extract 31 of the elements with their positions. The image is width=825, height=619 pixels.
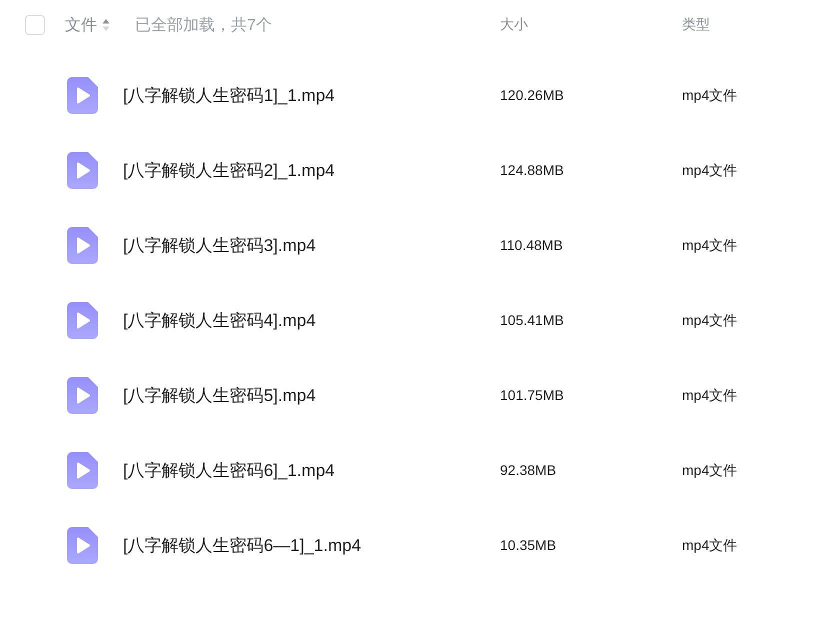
file-type: mp4文件	[682, 162, 738, 178]
file-type: mp4文件	[682, 462, 738, 478]
file-type: mp4文件	[682, 312, 738, 328]
select-all-checkbox[interactable]	[25, 15, 45, 35]
file-name[interactable]: [八字解锁人生密码2]_1.mp4	[123, 159, 335, 182]
file-type: mp4文件	[682, 236, 738, 252]
file-size: 10.35MB	[500, 536, 556, 552]
file-type: mp4文件	[682, 536, 738, 552]
file-size: 110.48MB	[500, 236, 563, 252]
file-name[interactable]: [八字解锁人生密码1]_1.mp4	[123, 84, 335, 107]
video-file-icon	[67, 452, 98, 489]
file-type: mp4文件	[682, 386, 738, 402]
video-file-icon	[67, 77, 98, 114]
video-file-icon	[67, 302, 98, 339]
file-size: 101.75MB	[500, 386, 564, 402]
file-name[interactable]: [八字解锁人生密码4].mp4	[123, 309, 316, 332]
video-file-icon	[67, 152, 98, 189]
video-file-icon	[67, 377, 98, 414]
file-size: 92.38MB	[500, 462, 556, 478]
file-name[interactable]: [八字解锁人生密码5].mp4	[123, 384, 316, 407]
file-name[interactable]: [八字解锁人生密码6—1]_1.mp4	[123, 534, 362, 557]
video-file-icon	[67, 527, 98, 564]
file-size: 120.26MB	[500, 86, 564, 102]
file-name[interactable]: [八字解锁人生密码6]_1.mp4	[123, 459, 335, 482]
file-type: mp4文件	[682, 86, 738, 102]
file-name[interactable]: [八字解锁人生密码3].mp4	[123, 234, 316, 257]
file-size: 124.88MB	[500, 162, 564, 178]
sort-icon[interactable]	[102, 18, 110, 32]
video-file-icon	[67, 227, 98, 264]
load-status: 已全部加载，共7个	[135, 16, 272, 36]
file-size: 105.41MB	[500, 312, 564, 328]
